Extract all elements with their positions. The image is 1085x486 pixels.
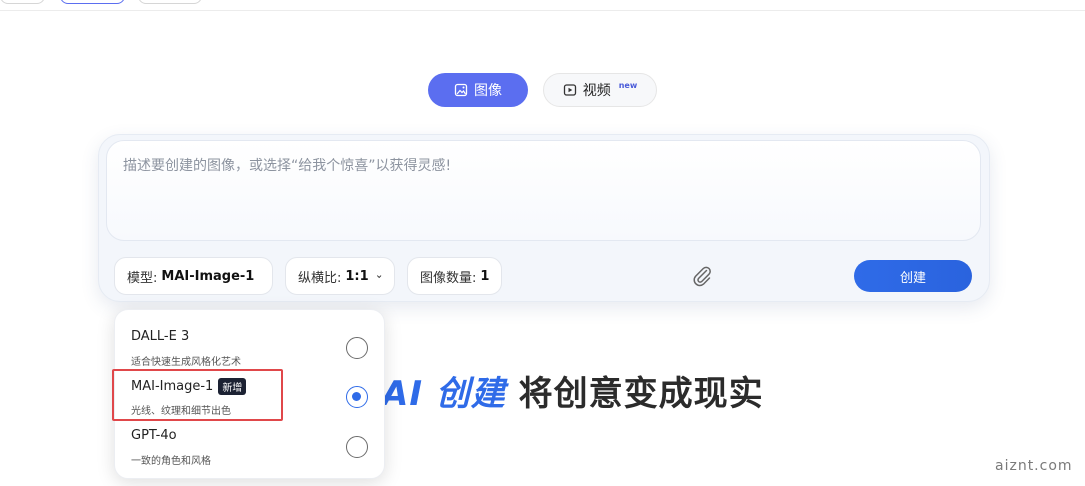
option-name: GPT-4o (131, 428, 177, 443)
page: 图像 视频 new 模型: MAI-Image-1 纵横比: 1:1 图像数量:… (0, 0, 1085, 486)
aspect-ratio-selector[interactable]: 纵横比: 1:1 (285, 257, 395, 295)
tab-image-label: 图像 (474, 83, 502, 99)
radio-button-selected[interactable] (346, 386, 368, 408)
headline-rest: 将创意变成现实 (505, 374, 764, 414)
option-desc: 一致的角色和风格 (131, 456, 211, 467)
top-tab-partial[interactable] (138, 0, 202, 4)
new-badge: 新增 (218, 378, 247, 395)
tab-video-label: 视频 (582, 83, 611, 99)
model-label: 模型: (127, 270, 158, 286)
model-option-mai-image-1[interactable]: MAI-Image-1 新增 光线、纹理和细节出色 (115, 378, 386, 428)
tab-image[interactable]: 图像 (428, 73, 528, 107)
image-icon (454, 83, 468, 97)
headline-accent: AI 创建 (382, 374, 506, 414)
paperclip-icon[interactable] (690, 264, 714, 288)
top-strip (0, 0, 1085, 11)
radio-button[interactable] (346, 436, 368, 458)
top-tab-partial-active[interactable] (60, 0, 125, 4)
radio-button[interactable] (346, 337, 368, 359)
tab-video[interactable]: 视频 new (543, 73, 657, 107)
top-tab-partial[interactable] (0, 0, 45, 4)
model-value: MAI-Image-1 (161, 268, 255, 284)
ratio-value: 1:1 (345, 268, 369, 284)
prompt-box[interactable] (106, 140, 981, 241)
option-title: DALL-E 3 (131, 329, 189, 344)
option-name: MAI-Image-1 (131, 379, 214, 394)
option-title: GPT-4o (131, 428, 177, 443)
new-tag: new (618, 80, 638, 90)
model-option-dalle3[interactable]: DALL-E 3 适合快速生成风格化艺术 (115, 329, 386, 379)
video-play-icon (563, 84, 576, 96)
image-count-selector[interactable]: 图像数量: 1 (407, 257, 502, 295)
count-value: 1 (480, 268, 490, 284)
option-name: DALL-E 3 (131, 329, 190, 344)
page-headline: AI 创建 将创意变成现实 (382, 366, 764, 415)
model-dropdown: DALL-E 3 适合快速生成风格化艺术 MAI-Image-1 新增 光线、纹… (114, 309, 385, 479)
chevron-down-icon (376, 274, 382, 278)
option-title: MAI-Image-1 新增 (131, 378, 247, 395)
prompt-input[interactable] (123, 155, 963, 225)
model-selector[interactable]: 模型: MAI-Image-1 (114, 257, 273, 295)
ratio-label: 纵横比: (298, 270, 342, 286)
watermark: aiznt.com (995, 458, 1073, 474)
option-desc: 光线、纹理和细节出色 (131, 406, 231, 417)
option-desc: 适合快速生成风格化艺术 (131, 357, 241, 368)
create-button[interactable]: 创建 (854, 260, 972, 292)
model-option-gpt-4o[interactable]: GPT-4o 一致的角色和风格 (115, 428, 386, 478)
count-label: 图像数量: (420, 270, 477, 286)
